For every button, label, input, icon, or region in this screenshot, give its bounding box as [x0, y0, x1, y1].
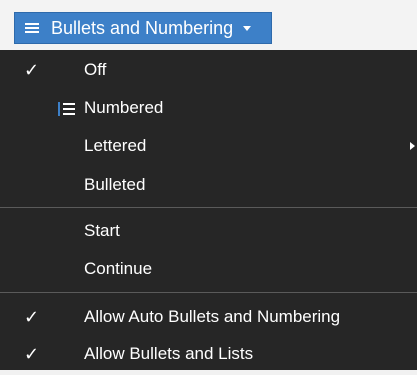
menu-item-continue[interactable]: Continue [0, 251, 417, 287]
menu-separator [0, 207, 417, 208]
check-icon: ✓ [24, 60, 40, 81]
check-icon: ✓ [24, 344, 40, 365]
toolbar-strip: Bullets and Numbering [0, 0, 417, 52]
menu-item-start[interactable]: Start [0, 213, 417, 249]
menu-item-label: Lettered [84, 136, 147, 155]
menu-item-lettered[interactable]: Lettered [0, 128, 417, 164]
menu-item-label: Continue [84, 259, 153, 278]
menu-item-label: Off [84, 60, 107, 79]
menu-item-label: Numbered [84, 98, 164, 117]
chevron-down-icon [243, 25, 252, 31]
bottom-edge [0, 370, 417, 375]
list-icon [25, 20, 43, 36]
menu-item-bulleted[interactable]: Bulleted [0, 167, 417, 203]
menu-item-numbered[interactable]: Numbered [0, 90, 417, 126]
numbered-list-icon [58, 102, 75, 116]
menu-item-allow-bullets-lists[interactable]: ✓ Allow Bullets and Lists [0, 336, 417, 372]
menu-item-off[interactable]: ✓ Off [0, 52, 417, 88]
bullets-numbering-ui: Bullets and Numbering ✓ Off Numbered Let… [0, 0, 417, 375]
menu-separator [0, 292, 417, 293]
menu-item-label: Start [84, 221, 120, 240]
menu-item-allow-auto-bullets[interactable]: ✓ Allow Auto Bullets and Numbering [0, 299, 417, 335]
dropdown-label: Bullets and Numbering [51, 17, 234, 38]
menu-item-label: Allow Bullets and Lists [84, 344, 254, 363]
menu-item-label: Bulleted [84, 175, 146, 194]
chevron-right-icon [410, 142, 415, 150]
check-icon: ✓ [24, 307, 40, 328]
bullets-and-numbering-dropdown-button[interactable]: Bullets and Numbering [14, 12, 272, 44]
dropdown-menu: ✓ Off Numbered Lettered Bulleted Start C… [0, 50, 417, 375]
menu-item-label: Allow Auto Bullets and Numbering [84, 307, 341, 326]
